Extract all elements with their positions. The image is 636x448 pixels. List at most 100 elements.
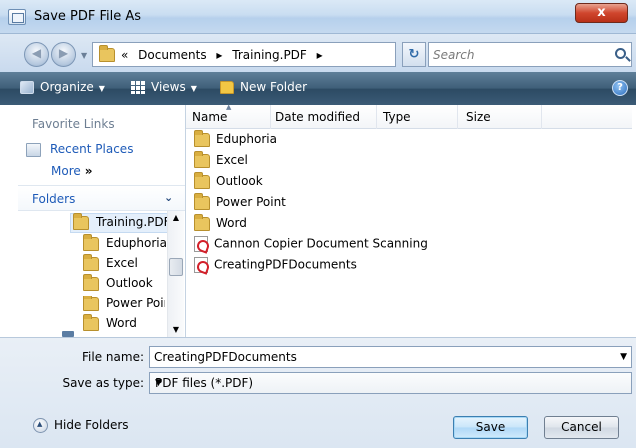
column-label: Type bbox=[383, 110, 411, 124]
column-size[interactable]: Size bbox=[458, 105, 542, 129]
cancel-button[interactable]: Cancel bbox=[544, 416, 619, 439]
list-item-power-point[interactable]: Power Point bbox=[194, 192, 286, 215]
breadcrumb-documents[interactable]: Documents bbox=[138, 48, 206, 62]
address-row: ▼ « Documents ▸ Training.PDF ▸ ▼ ↻ bbox=[0, 34, 636, 72]
folder-icon bbox=[194, 171, 210, 189]
search-input[interactable] bbox=[433, 47, 603, 63]
folder-icon bbox=[83, 296, 99, 311]
close-button[interactable]: x bbox=[575, 3, 628, 23]
file-name-combobox[interactable]: ▼ bbox=[149, 346, 632, 368]
file-list: ▲ Name Date modified Type Size Eduphoria… bbox=[186, 103, 632, 337]
tree-item-excel[interactable]: Excel bbox=[83, 253, 138, 276]
file-name: Eduphoria bbox=[216, 132, 277, 146]
new-folder-icon bbox=[220, 81, 234, 94]
breadcrumb-separator[interactable]: ▸ bbox=[317, 48, 323, 62]
views-button[interactable]: Views ▼ bbox=[131, 80, 197, 94]
folder-tree: Training.PDF Eduphoria Excel Outlook Pow… bbox=[18, 211, 185, 337]
column-label: Name bbox=[192, 110, 228, 124]
chevron-down-icon[interactable]: ▼ bbox=[620, 352, 627, 362]
list-item-excel[interactable]: Excel bbox=[194, 150, 248, 173]
chevron-down-icon[interactable]: ▼ bbox=[155, 378, 627, 388]
save-as-type-label: Save as type: bbox=[62, 376, 144, 390]
folder-icon bbox=[194, 129, 210, 147]
breadcrumb-separator[interactable]: ▸ bbox=[216, 48, 222, 62]
folders-label: Folders bbox=[32, 192, 76, 206]
file-name: Power Point bbox=[216, 195, 286, 209]
breadcrumb: « Documents ▸ Training.PDF ▸ bbox=[121, 48, 329, 62]
file-name: Word bbox=[216, 216, 247, 230]
search-box[interactable] bbox=[428, 42, 632, 67]
address-bar[interactable]: « Documents ▸ Training.PDF ▸ ▼ bbox=[92, 42, 486, 67]
file-name: Outlook bbox=[216, 174, 263, 188]
folder-icon bbox=[83, 233, 99, 251]
tree-item-label: Word bbox=[106, 316, 137, 330]
search-icon[interactable] bbox=[615, 48, 626, 59]
file-name: CreatingPDFDocuments bbox=[214, 257, 357, 272]
window-title: Save PDF File As bbox=[34, 9, 142, 24]
command-toolbar: Organize ▼ Views ▼ New Folder ? bbox=[0, 72, 636, 105]
list-item-eduphoria[interactable]: Eduphoria bbox=[194, 129, 277, 152]
tree-item-word[interactable]: Word bbox=[83, 313, 137, 336]
back-button[interactable] bbox=[24, 42, 49, 67]
recent-places-label: Recent Places bbox=[50, 142, 134, 156]
tree-item-power-point[interactable]: Power Poir bbox=[83, 296, 165, 316]
column-headers: ▲ Name Date modified Type Size bbox=[186, 103, 632, 129]
collapse-icon bbox=[33, 418, 48, 433]
tree-item-outlook[interactable]: Outlook bbox=[83, 273, 153, 296]
folder-icon bbox=[83, 273, 99, 291]
breadcrumb-overflow[interactable]: « bbox=[121, 48, 128, 62]
tree-item-label: Training.PDF bbox=[96, 215, 171, 229]
more-links-button[interactable]: More» bbox=[51, 164, 93, 178]
recent-pages-dropdown[interactable]: ▼ bbox=[81, 51, 87, 60]
pdf-file-icon bbox=[194, 236, 208, 252]
column-label: Date modified bbox=[275, 110, 361, 124]
tree-item-label: Eduphoria bbox=[106, 236, 167, 250]
chevron-down-icon: ⌄ bbox=[164, 191, 174, 204]
save-as-type-select[interactable]: PDF files (*.PDF) ▼ bbox=[149, 372, 632, 394]
recent-places-icon bbox=[26, 142, 41, 157]
folder-icon bbox=[83, 253, 99, 271]
chevron-down-icon: ▼ bbox=[190, 84, 197, 93]
tree-item-training-pdf[interactable]: Training.PDF bbox=[70, 212, 171, 233]
list-item-cannon-copier[interactable]: Cannon Copier Document Scanning bbox=[194, 236, 428, 256]
breadcrumb-training-pdf[interactable]: Training.PDF bbox=[232, 48, 307, 62]
folders-toggle[interactable]: Folders ⌄ bbox=[18, 185, 185, 211]
organize-button[interactable]: Organize ▼ bbox=[20, 80, 105, 94]
save-button[interactable]: Save bbox=[453, 416, 528, 439]
file-name-input[interactable] bbox=[154, 349, 614, 365]
column-type[interactable]: Type bbox=[377, 105, 458, 129]
folder-tree-scrollbar[interactable]: ▲ ▼ bbox=[167, 211, 184, 337]
pdf-file-icon bbox=[194, 257, 208, 273]
new-folder-button[interactable]: New Folder bbox=[220, 80, 307, 94]
file-name: Excel bbox=[216, 153, 248, 167]
refresh-button[interactable]: ↻ bbox=[402, 42, 426, 67]
folder-icon bbox=[194, 213, 210, 231]
list-item-word[interactable]: Word bbox=[194, 213, 247, 236]
list-item-creating-pdf-documents[interactable]: CreatingPDFDocuments bbox=[194, 257, 357, 277]
list-item-outlook[interactable]: Outlook bbox=[194, 171, 263, 194]
dialog-icon bbox=[8, 9, 26, 25]
file-name: Cannon Copier Document Scanning bbox=[214, 236, 428, 251]
new-folder-label: New Folder bbox=[240, 80, 308, 94]
tree-item-eduphoria[interactable]: Eduphoria bbox=[83, 233, 167, 256]
scrollbar-thumb[interactable] bbox=[169, 258, 183, 276]
hide-folders-button[interactable]: Hide Folders bbox=[33, 418, 129, 433]
more-chevron-icon: » bbox=[84, 164, 93, 178]
sort-ascending-icon: ▲ bbox=[226, 103, 232, 111]
organize-icon bbox=[20, 81, 34, 94]
recent-places-link[interactable]: Recent Places bbox=[26, 142, 133, 157]
chevron-down-icon: ▼ bbox=[98, 84, 105, 93]
folder-icon bbox=[83, 313, 99, 331]
organize-label: Organize bbox=[40, 80, 94, 94]
scroll-down-arrow[interactable]: ▼ bbox=[168, 323, 184, 337]
scroll-up-arrow[interactable]: ▲ bbox=[168, 211, 184, 225]
save-options-panel: File name: ▼ Save as type: PDF files (*.… bbox=[0, 337, 636, 448]
column-name[interactable]: ▲ Name bbox=[186, 103, 271, 129]
help-button[interactable]: ? bbox=[612, 80, 628, 96]
hide-folders-label: Hide Folders bbox=[54, 418, 129, 432]
folder-icon bbox=[73, 212, 89, 230]
forward-button[interactable] bbox=[51, 42, 76, 67]
file-name-label: File name: bbox=[82, 350, 144, 364]
column-date-modified[interactable]: Date modified bbox=[271, 105, 377, 129]
tree-item-label: Excel bbox=[106, 256, 138, 270]
